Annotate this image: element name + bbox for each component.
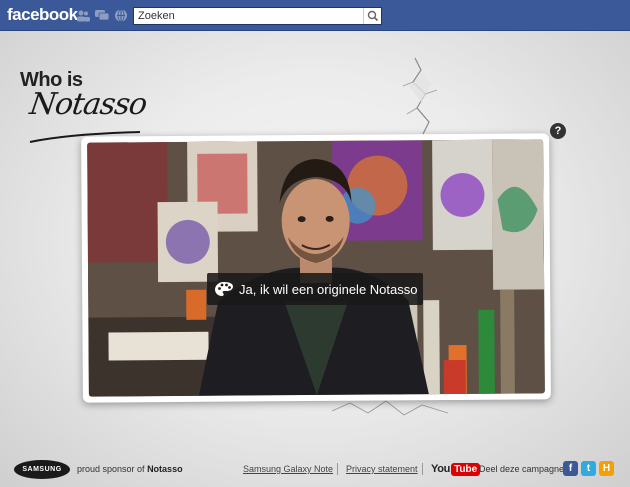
footer-divider [337, 463, 338, 475]
footer-divider [422, 463, 423, 475]
samsung-logo[interactable]: SAMSUNG [14, 460, 70, 479]
share-label: Deel deze campagne: [479, 464, 567, 474]
youtube-link[interactable]: You Tube [431, 461, 481, 477]
help-button[interactable]: ? [550, 123, 566, 139]
facebook-logo[interactable]: facebook [7, 5, 78, 25]
facebook-jewels [76, 9, 128, 22]
palette-icon [215, 282, 233, 296]
youtube-logo-you: You [431, 463, 451, 475]
wall-crack-decoration [402, 57, 438, 135]
video-still-image [87, 139, 545, 397]
search-icon[interactable] [363, 8, 381, 24]
friend-requests-icon[interactable] [76, 9, 90, 22]
cta-label: Ja, ik wil een originele Notasso [239, 281, 418, 297]
facebook-top-bar: facebook [0, 0, 630, 31]
twitter-share-icon[interactable]: t [581, 461, 596, 476]
app-stage: Who is Notasso ? Ja, ik wil een originel… [0, 31, 630, 487]
youtube-logo-tube: Tube [451, 462, 481, 476]
facebook-share-icon[interactable]: f [563, 461, 578, 476]
privacy-statement-link[interactable]: Privacy statement [346, 464, 418, 474]
notifications-icon[interactable] [114, 9, 128, 22]
sponsor-name: Notasso [147, 464, 183, 474]
footer-bar: SAMSUNG proud sponsor of Notasso Samsung… [0, 456, 630, 487]
samsung-galaxy-note-link[interactable]: Samsung Galaxy Note [243, 464, 333, 474]
facebook-search-box[interactable] [133, 7, 382, 25]
sponsor-text: proud sponsor of Notasso [77, 464, 183, 474]
hyves-share-icon[interactable]: H [599, 461, 614, 476]
messages-icon[interactable] [95, 9, 110, 22]
cta-order-button[interactable]: Ja, ik wil een originele Notasso [207, 273, 423, 305]
brand-name-text: Notasso [27, 87, 149, 122]
video-frame [81, 133, 551, 403]
video-player[interactable] [87, 139, 545, 397]
search-input[interactable] [138, 9, 360, 23]
sponsor-prefix: proud sponsor of [77, 464, 145, 474]
